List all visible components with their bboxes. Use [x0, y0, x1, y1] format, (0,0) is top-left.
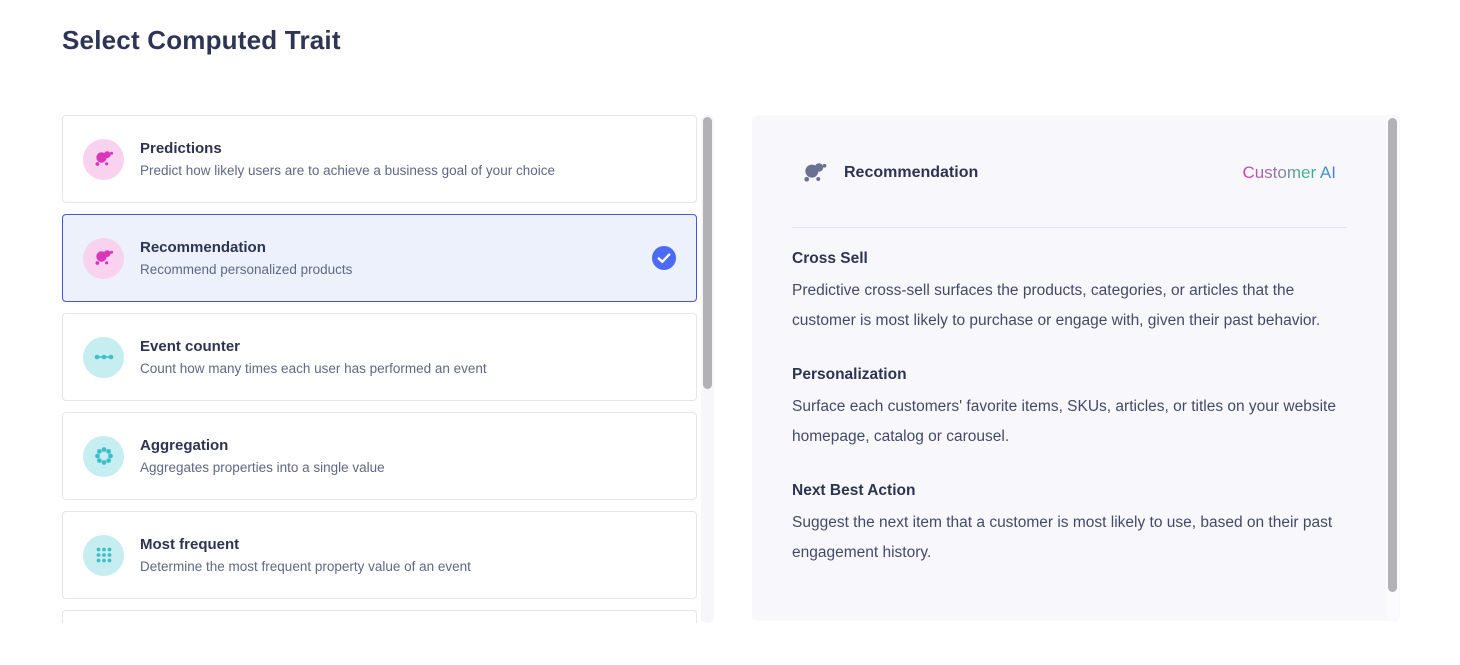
list-item-text: Predictions Predict how likely users are… [140, 140, 555, 178]
list-item-description: Determine the most frequent property val… [140, 559, 471, 574]
list-item-description: Predict how likely users are to achieve … [140, 163, 555, 178]
check-circle-icon [652, 246, 676, 270]
predictions-blob-icon [83, 139, 124, 180]
trait-detail-panel: Recommendation Customer AI Cross Sell Pr… [752, 115, 1400, 621]
list-item-text: Event counter Count how many times each … [140, 338, 487, 376]
list-item-predictions[interactable]: Predictions Predict how likely users are… [62, 115, 697, 203]
list-item-text: Aggregation Aggregates properties into a… [140, 437, 385, 475]
list-item-title: Most frequent [140, 536, 471, 553]
list-item-text: Most frequent Determine the most frequen… [140, 536, 471, 574]
aggregation-dot-ring-icon [83, 436, 124, 477]
list-item-text: Recommendation Recommend personalized pr… [140, 239, 352, 277]
trait-list-scrollbar[interactable] [701, 115, 714, 623]
list-item-most-frequent[interactable]: Most frequent Determine the most frequen… [62, 511, 697, 599]
list-item-description: Count how many times each user has perfo… [140, 361, 487, 376]
list-item-title: Aggregation [140, 437, 385, 454]
recommendation-blob-icon [83, 238, 124, 279]
list-item-aggregation[interactable]: Aggregation Aggregates properties into a… [62, 412, 697, 500]
section-heading: Next Best Action [792, 482, 1344, 500]
list-item-recommendation[interactable]: Recommendation Recommend personalized pr… [62, 214, 697, 302]
customer-ai-badge: Customer AI [1242, 163, 1336, 183]
recommendation-blob-icon-gray [800, 158, 830, 188]
list-item-title: Recommendation [140, 239, 352, 256]
trait-list: Predictions Predict how likely users are… [62, 115, 697, 623]
list-item-description: Recommend personalized products [140, 262, 352, 277]
divider [792, 227, 1346, 228]
section-heading: Personalization [792, 366, 1344, 384]
detail-panel-title: Recommendation [844, 164, 978, 182]
list-item-partial[interactable] [62, 610, 697, 623]
section-next-best-action: Next Best Action Suggest the next item t… [792, 482, 1344, 568]
event-counter-dot-chain-icon [83, 337, 124, 378]
detail-panel-header: Recommendation Customer AI [800, 157, 1336, 189]
most-frequent-dot-grid-icon [83, 535, 124, 576]
section-personalization: Personalization Surface each customers' … [792, 366, 1344, 452]
section-text: Predictive cross-sell surfaces the produ… [792, 276, 1344, 336]
list-item-description: Aggregates properties into a single valu… [140, 460, 385, 475]
trait-list-scrollbar-thumb[interactable] [703, 117, 712, 389]
detail-panel-scrollbar[interactable] [1386, 116, 1399, 620]
page-title: Select Computed Trait [62, 25, 341, 56]
detail-panel-scrollbar-thumb[interactable] [1388, 118, 1397, 592]
section-cross-sell: Cross Sell Predictive cross-sell surface… [792, 250, 1344, 336]
section-text: Surface each customers' favorite items, … [792, 392, 1344, 452]
detail-panel-body: Cross Sell Predictive cross-sell surface… [792, 250, 1344, 598]
list-item-event-counter[interactable]: Event counter Count how many times each … [62, 313, 697, 401]
section-text: Suggest the next item that a customer is… [792, 508, 1344, 568]
select-computed-trait-page: Select Computed Trait Predictions Predic… [0, 0, 1460, 665]
list-item-title: Event counter [140, 338, 487, 355]
section-heading: Cross Sell [792, 250, 1344, 268]
list-item-title: Predictions [140, 140, 555, 157]
